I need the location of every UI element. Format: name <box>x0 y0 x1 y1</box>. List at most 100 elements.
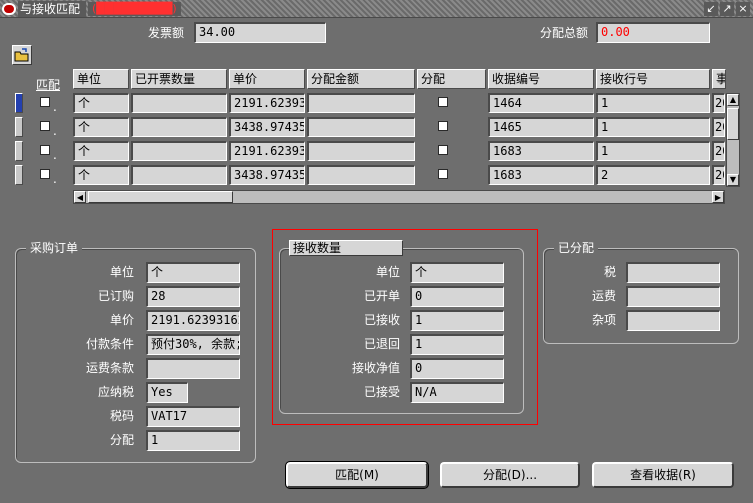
po-field[interactable]: 个 <box>146 262 240 283</box>
match-checkbox[interactable] <box>40 145 50 155</box>
recv-label: 已退回 <box>363 337 400 351</box>
cell-dist-amount[interactable] <box>307 165 415 185</box>
po-field[interactable] <box>146 358 240 379</box>
cell-extra[interactable]: 20 <box>712 93 725 113</box>
col-unit: 单位 <box>73 69 129 89</box>
window-subtitle: (█████████) <box>88 2 181 16</box>
col-distribute: 分配 <box>417 69 486 89</box>
match-checkbox[interactable] <box>40 169 50 179</box>
match-checkbox[interactable] <box>40 97 50 107</box>
recv-label: 单位 <box>375 265 400 279</box>
col-line-no: 接收行号 <box>596 69 710 89</box>
cell-unit-price[interactable]: 2191.62393 <box>229 93 305 113</box>
row-indicator[interactable] <box>15 117 23 137</box>
col-extra: 事 <box>712 69 726 89</box>
scroll-right-icon[interactable]: ▶ <box>712 191 724 203</box>
alloc-group-title: 已分配 <box>554 240 599 256</box>
distribute-checkbox[interactable] <box>438 121 448 131</box>
minimize-icon[interactable]: ↙ <box>704 2 718 16</box>
po-field[interactable]: 28 <box>146 286 240 307</box>
cell-receipt-no[interactable]: 1683 <box>488 165 594 185</box>
distribute-checkbox[interactable] <box>438 169 448 179</box>
match-checkbox[interactable] <box>40 121 50 131</box>
cell-line-no[interactable]: 2 <box>596 165 710 185</box>
cell-extra[interactable]: 20 <box>712 117 725 137</box>
recv-field[interactable]: 1 <box>410 310 504 331</box>
row-dot: . <box>53 148 57 162</box>
cell-line-no[interactable]: 1 <box>596 141 710 161</box>
po-group-title: 采购订单 <box>26 240 83 256</box>
row-dot: . <box>53 172 57 186</box>
cell-receipt-no[interactable]: 1464 <box>488 93 594 113</box>
po-field[interactable]: 1 <box>146 430 240 451</box>
cell-billed-qty[interactable] <box>131 141 227 161</box>
recv-label: 已接收 <box>363 313 400 327</box>
view-receipt-button[interactable]: 查看收据(R) <box>592 462 734 488</box>
recv-label: 接收净值 <box>351 361 400 375</box>
recv-field[interactable]: 0 <box>410 358 504 379</box>
match-button[interactable]: 匹配(M) <box>285 461 429 489</box>
alloc-field[interactable] <box>626 262 720 283</box>
recv-field[interactable]: 1 <box>410 334 504 355</box>
cell-unit-price[interactable]: 3438.974358 <box>229 117 305 137</box>
distribute-button[interactable]: 分配(D)... <box>440 462 580 488</box>
close-icon[interactable]: × <box>736 2 750 16</box>
cell-dist-amount[interactable] <box>307 117 415 137</box>
alloc-label: 运费 <box>591 289 616 303</box>
invoice-amount-label: 发票额 <box>147 26 184 40</box>
cell-unit[interactable]: 个 <box>73 117 129 137</box>
col-unit-price: 单价 <box>229 69 305 89</box>
col-billed-qty: 已开票数量 <box>131 69 227 89</box>
scroll-left-icon[interactable]: ◀ <box>74 191 86 203</box>
alloc-field[interactable] <box>626 310 720 331</box>
po-label: 单位 <box>109 265 134 279</box>
row-indicator[interactable] <box>15 93 23 113</box>
alloc-field[interactable] <box>626 286 720 307</box>
col-receipt-no: 收据编号 <box>488 69 594 89</box>
po-label: 分配 <box>109 433 134 447</box>
po-field[interactable]: VAT17 <box>146 406 240 427</box>
recv-field[interactable]: 0 <box>410 286 504 307</box>
cell-line-no[interactable]: 1 <box>596 93 710 113</box>
cell-extra[interactable]: 20 <box>712 165 725 185</box>
folder-icon <box>14 48 29 62</box>
open-folder-button[interactable] <box>12 45 32 65</box>
scroll-down-icon[interactable]: ▼ <box>727 174 739 186</box>
cell-receipt-no[interactable]: 1683 <box>488 141 594 161</box>
vscroll-thumb[interactable] <box>727 108 739 140</box>
recv-field[interactable]: 个 <box>410 262 504 283</box>
hscroll-thumb[interactable] <box>88 191 233 203</box>
recv-field[interactable]: N/A <box>410 382 504 403</box>
invoice-amount-field[interactable]: 34.00 <box>194 22 326 43</box>
row-indicator[interactable] <box>15 165 23 185</box>
distribute-checkbox[interactable] <box>438 97 448 107</box>
row-dot: . <box>53 124 57 138</box>
po-label: 已订购 <box>97 289 134 303</box>
alloc-label: 税 <box>603 265 616 279</box>
po-field[interactable]: 2191.62393162 <box>146 310 240 331</box>
cell-dist-amount[interactable] <box>307 93 415 113</box>
cell-unit[interactable]: 个 <box>73 165 129 185</box>
cell-unit-price[interactable]: 2191.62393 <box>229 141 305 161</box>
row-indicator[interactable] <box>15 141 23 161</box>
dist-total-field[interactable]: 0.00 <box>596 22 710 43</box>
cell-billed-qty[interactable] <box>131 117 227 137</box>
cell-dist-amount[interactable] <box>307 141 415 161</box>
window-title: 与接收匹配 <box>18 1 87 17</box>
po-label: 单价 <box>109 313 134 327</box>
cell-extra[interactable]: 20 <box>712 141 725 161</box>
maximize-icon[interactable]: ↗ <box>720 2 734 16</box>
scroll-up-icon[interactable]: ▲ <box>727 94 739 106</box>
recv-group-title: 接收数量 <box>289 240 403 256</box>
cell-unit-price[interactable]: 3438.974358 <box>229 165 305 185</box>
cell-billed-qty[interactable] <box>131 93 227 113</box>
cell-billed-qty[interactable] <box>131 165 227 185</box>
cell-unit[interactable]: 个 <box>73 93 129 113</box>
po-field[interactable]: Yes <box>146 382 188 403</box>
cell-line-no[interactable]: 1 <box>596 117 710 137</box>
po-field[interactable]: 预付30%, 余款; <box>146 334 240 355</box>
distribute-checkbox[interactable] <box>438 145 448 155</box>
cell-unit[interactable]: 个 <box>73 141 129 161</box>
cell-receipt-no[interactable]: 1465 <box>488 117 594 137</box>
oracle-logo-icon <box>2 3 16 15</box>
